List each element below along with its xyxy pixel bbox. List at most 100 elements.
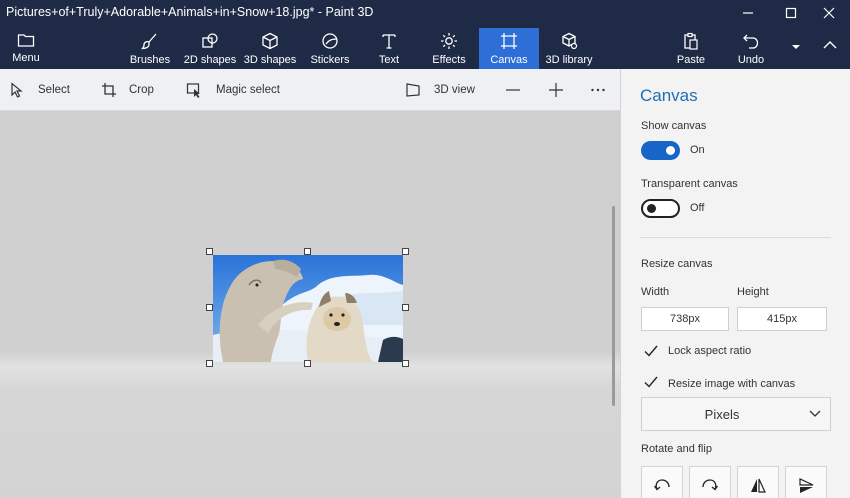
magic-select-icon (186, 83, 200, 98)
paste-label: Paste (676, 54, 706, 66)
magic-select-label: Magic select (216, 84, 280, 96)
undo-label: Undo (737, 54, 765, 66)
resize-handle-top-right[interactable] (402, 248, 409, 255)
wolves-in-snow-image (213, 255, 403, 362)
2d-shapes-icon (202, 33, 218, 48)
collapse-ribbon-button[interactable] (815, 28, 845, 69)
menu-label: Menu (12, 52, 40, 64)
checkmark-icon (644, 376, 658, 388)
tab-brushes[interactable]: Brushes (126, 28, 174, 69)
resize-handle-bottom-right[interactable] (402, 360, 409, 367)
minimize-button[interactable] (725, 0, 771, 26)
rotate-left-button[interactable] (641, 466, 683, 498)
lock-aspect-label: Lock aspect ratio (668, 345, 752, 357)
transparent-canvas-state: Off (690, 202, 705, 214)
show-canvas-toggle[interactable] (641, 141, 680, 160)
flip-horizontal-button[interactable] (737, 466, 779, 498)
canvas-workspace[interactable] (0, 111, 620, 498)
tab-label: Text (378, 54, 400, 66)
height-label: Height (737, 286, 769, 298)
effects-icon (441, 33, 457, 49)
flip-horizontal-icon (751, 478, 766, 493)
close-icon (823, 7, 835, 19)
resize-image-checkbox[interactable] (643, 374, 659, 390)
undo-button[interactable]: Undo (733, 28, 769, 69)
folder-icon (17, 34, 35, 47)
stickers-icon (322, 33, 338, 49)
text-icon (382, 34, 396, 49)
magic-select-tool[interactable]: Magic select (186, 69, 280, 111)
panel-title: Canvas (640, 86, 698, 105)
width-label: Width (641, 286, 670, 298)
tab-canvas[interactable]: Canvas (479, 28, 539, 69)
select-tool[interactable]: Select (10, 69, 70, 111)
flip-vertical-icon (799, 478, 814, 493)
tab-label: Brushes (129, 54, 171, 66)
title-bar: Pictures+of+Truly+Adorable+Animals+in+Sn… (0, 0, 850, 69)
show-canvas-state: On (690, 144, 705, 156)
zoom-out-button[interactable] (505, 69, 521, 111)
width-input[interactable]: 738px (641, 307, 729, 331)
paste-button[interactable]: Paste (672, 28, 710, 69)
3d-shapes-icon (262, 32, 278, 50)
menu-button[interactable]: Menu (6, 28, 46, 69)
chevron-down-icon (809, 410, 821, 417)
window-title: Pictures+of+Truly+Adorable+Animals+in+Sn… (6, 5, 374, 19)
tab-effects[interactable]: Effects (428, 28, 470, 69)
resize-handle-bottom-left[interactable] (206, 360, 213, 367)
units-dropdown[interactable]: Pixels (641, 397, 831, 431)
tab-3d-shapes[interactable]: 3D shapes (241, 28, 299, 69)
resize-handle-right[interactable] (402, 304, 409, 311)
resize-handle-top[interactable] (304, 248, 311, 255)
transparent-canvas-toggle[interactable] (641, 199, 680, 218)
transparent-canvas-label: Transparent canvas (641, 178, 738, 190)
undo-icon (743, 34, 759, 49)
rotate-left-icon (653, 479, 670, 491)
vertical-scrollbar[interactable] (612, 206, 615, 406)
canvas-image[interactable] (213, 255, 403, 362)
rotate-right-button[interactable] (689, 466, 731, 498)
rotate-right-icon (702, 479, 719, 491)
crop-icon (102, 83, 116, 97)
crop-label: Crop (129, 84, 154, 96)
more-options-button[interactable] (590, 69, 606, 111)
lock-aspect-checkbox[interactable] (643, 343, 659, 359)
resize-handle-top-left[interactable] (206, 248, 213, 255)
tab-label: 3D library (545, 54, 593, 66)
show-canvas-label: Show canvas (641, 120, 707, 132)
resize-canvas-label: Resize canvas (641, 258, 713, 270)
3d-view-toggle[interactable]: 3D view (405, 69, 475, 111)
minimize-icon (743, 12, 753, 14)
resize-handle-left[interactable] (206, 304, 213, 311)
minus-icon (506, 89, 520, 91)
tab-label: Effects (432, 54, 466, 66)
section-divider (640, 237, 831, 238)
tab-label: Canvas (490, 54, 528, 66)
chevron-up-icon (823, 41, 837, 49)
tab-2d-shapes[interactable]: 2D shapes (181, 28, 239, 69)
maximize-icon (785, 7, 797, 19)
zoom-in-button[interactable] (548, 69, 564, 111)
tab-stickers[interactable]: Stickers (306, 28, 354, 69)
units-value: Pixels (704, 407, 740, 422)
tab-label: 3D shapes (243, 54, 297, 66)
chevron-down-icon (792, 45, 800, 49)
tab-text[interactable]: Text (371, 28, 407, 69)
crop-tool[interactable]: Crop (101, 69, 154, 111)
cursor-icon (11, 82, 23, 98)
3d-view-label: 3D view (434, 84, 475, 96)
tab-3d-library[interactable]: 3D library (541, 28, 597, 69)
plus-icon (549, 83, 563, 97)
tab-label: Stickers (310, 54, 350, 66)
checkmark-icon (644, 345, 658, 357)
resize-handle-bottom[interactable] (304, 360, 311, 367)
height-input[interactable]: 415px (737, 307, 827, 331)
flip-vertical-button[interactable] (785, 466, 827, 498)
more-icon (591, 88, 605, 92)
resize-image-label: Resize image with canvas (668, 378, 796, 390)
canvas-panel: Canvas Show canvas On Transparent canvas… (620, 69, 850, 498)
3d-library-icon (562, 32, 578, 50)
close-button[interactable] (806, 0, 850, 26)
select-label: Select (38, 84, 70, 96)
history-dropdown-button[interactable] (787, 28, 805, 69)
